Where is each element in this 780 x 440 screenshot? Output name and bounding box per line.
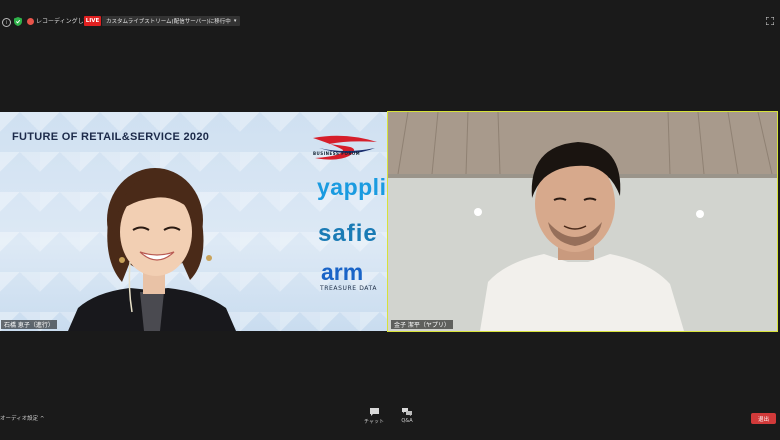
chevron-up-icon: ^	[39, 416, 45, 422]
fullscreen-icon[interactable]	[766, 17, 774, 25]
video-tile-speaker[interactable]: 金子 潔平（ヤプリ）	[387, 111, 778, 332]
audio-settings-label: オーディオ設定	[0, 416, 39, 422]
chat-icon	[369, 408, 379, 416]
qa-button[interactable]: Q&A	[392, 408, 422, 424]
info-icon[interactable]: i	[2, 18, 11, 27]
qa-icon	[402, 408, 412, 416]
speaker-video	[388, 112, 777, 331]
recording-icon	[27, 18, 34, 25]
chat-button[interactable]: チャット	[359, 408, 389, 425]
participant-name-tag: 石橋 恵子（進行）	[1, 320, 57, 329]
qa-label: Q&A	[401, 418, 413, 424]
audio-settings-button[interactable]: オーディオ設定 ^	[0, 414, 44, 422]
meeting-top-bar: i レコーディングしています LIVE カスタムライブストリーム(配信サーバー)…	[0, 0, 780, 34]
shield-icon[interactable]	[14, 17, 22, 26]
participant-name-tag: 金子 潔平（ヤプリ）	[391, 320, 453, 329]
stream-status-text: カスタムライブストリーム(配信サーバー)に移行中	[106, 19, 231, 25]
stream-status-dropdown[interactable]: カスタムライブストリーム(配信サーバー)に移行中 ▾	[102, 16, 241, 26]
chat-label: チャット	[364, 419, 384, 425]
chevron-down-icon: ▾	[233, 18, 237, 24]
live-badge: LIVE	[84, 16, 101, 26]
leave-button[interactable]: 退出	[751, 413, 776, 424]
video-tile-presenter[interactable]: FUTURE OF RETAIL&SERVICE 2020 BUSINESS F…	[0, 112, 387, 331]
presenter-video	[68, 168, 236, 331]
